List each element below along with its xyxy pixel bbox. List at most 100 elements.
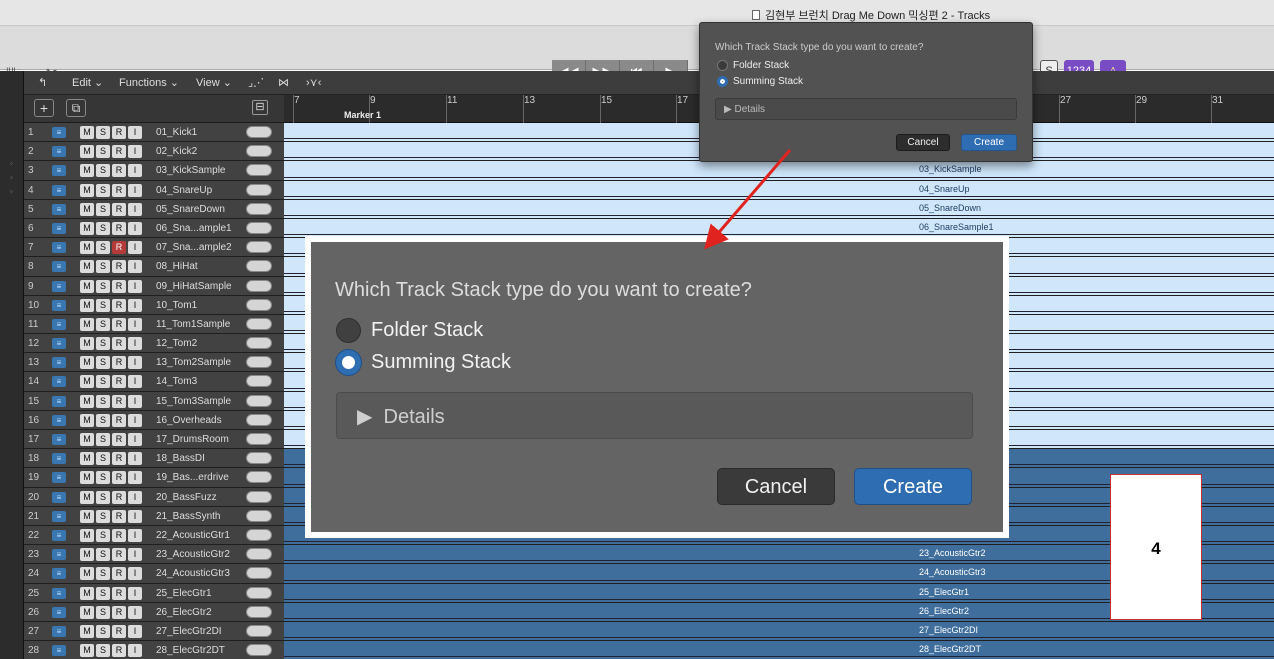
solo-button[interactable]: S (96, 279, 110, 293)
track-on-off-toggle[interactable] (246, 567, 272, 580)
create-button[interactable]: Create (961, 134, 1017, 151)
track-on-off-toggle[interactable] (246, 452, 272, 465)
mute-button[interactable]: M (80, 490, 94, 504)
mute-button[interactable]: M (80, 644, 94, 658)
solo-button[interactable]: S (96, 624, 110, 638)
create-button[interactable]: Create (854, 468, 972, 505)
solo-button[interactable]: S (96, 471, 110, 485)
track-header[interactable]: 28 ≡ M S R I 28_ElecGtr2DT (24, 641, 284, 659)
mute-button[interactable]: M (80, 126, 94, 139)
track-row[interactable]: 1 ≡ M S R I 01_Kick1 (24, 123, 1274, 143)
instrument-icon[interactable]: ≡ (52, 299, 66, 311)
track-on-off-toggle[interactable] (246, 394, 272, 407)
instrument-icon[interactable]: ≡ (52, 127, 66, 138)
mute-button[interactable]: M (80, 452, 94, 466)
track-lane[interactable]: 06_SnareSample1 (284, 218, 1274, 238)
track-name[interactable]: 19_Bas...erdrive (156, 472, 229, 483)
track-name[interactable]: 03_KickSample (156, 165, 225, 176)
solo-button[interactable]: S (96, 183, 110, 197)
mute-button[interactable]: M (80, 337, 94, 351)
track-on-off-toggle[interactable] (246, 586, 272, 599)
track-name[interactable]: 08_HiHat (156, 261, 198, 272)
input-monitor-button[interactable]: I (128, 413, 142, 427)
track-lane[interactable]: 04_SnareUp (284, 180, 1274, 199)
track-name[interactable]: 22_AcousticGtr1 (156, 530, 230, 541)
view-menu[interactable]: View ⌄ (196, 76, 232, 89)
catch-button[interactable]: ⊟ (252, 100, 268, 115)
solo-button[interactable]: S (96, 605, 110, 619)
add-track-button[interactable]: + (34, 99, 54, 117)
input-monitor-button[interactable]: I (128, 548, 142, 562)
track-header[interactable]: 11 ≡ M S R I 11_Tom1Sample (24, 314, 284, 334)
input-monitor-button[interactable]: I (128, 260, 142, 274)
instrument-icon[interactable]: ≡ (52, 510, 66, 522)
track-on-off-toggle[interactable] (246, 413, 272, 426)
track-name[interactable]: 21_BassSynth (156, 511, 221, 522)
instrument-icon[interactable]: ≡ (52, 280, 66, 292)
instrument-icon[interactable]: ≡ (52, 318, 66, 330)
details-disclosure[interactable]: ▶ Details (715, 98, 1017, 120)
record-enable-button[interactable]: R (112, 605, 126, 619)
track-lane[interactable]: 05_SnareDown (284, 199, 1274, 218)
instrument-icon[interactable]: ≡ (52, 568, 66, 580)
track-header[interactable]: 9 ≡ M S R I 09_HiHatSample (24, 276, 284, 295)
input-monitor-button[interactable]: I (128, 375, 142, 389)
track-name[interactable]: 09_HiHatSample (156, 281, 232, 292)
mute-button[interactable]: M (80, 394, 94, 408)
instrument-icon[interactable]: ≡ (52, 549, 66, 561)
track-header[interactable]: 2 ≡ M S R I 02_Kick2 (24, 142, 284, 161)
track-on-off-toggle[interactable] (246, 528, 272, 541)
track-header[interactable]: 8 ≡ M S R I 08_HiHat (24, 257, 284, 276)
cancel-button[interactable]: Cancel (717, 468, 835, 505)
back-icon[interactable]: ↰ (38, 76, 47, 89)
record-enable-button[interactable]: R (112, 586, 126, 600)
track-row[interactable]: 26 ≡ M S R I 26_ElecGtr2 26_ElecGtr2 (24, 602, 1274, 622)
instrument-icon[interactable]: ≡ (52, 434, 66, 445)
track-header[interactable]: 18 ≡ M S R I 18_BassDI (24, 449, 284, 468)
track-name[interactable]: 27_ElecGtr2DI (156, 626, 222, 637)
record-enable-button[interactable]: R (112, 509, 126, 523)
input-monitor-button[interactable]: I (128, 471, 142, 485)
solo-button[interactable]: S (96, 490, 110, 504)
instrument-icon[interactable]: ≡ (52, 184, 66, 196)
mute-button[interactable]: M (80, 528, 94, 542)
mute-button[interactable]: M (80, 567, 94, 581)
track-on-off-toggle[interactable] (246, 221, 272, 234)
solo-button[interactable]: S (96, 317, 110, 331)
input-monitor-button[interactable]: I (128, 356, 142, 370)
input-monitor-button[interactable]: I (128, 394, 142, 408)
instrument-icon[interactable]: ≡ (52, 395, 66, 407)
mute-button[interactable]: M (80, 298, 94, 312)
solo-button[interactable]: S (96, 375, 110, 389)
track-on-off-toggle[interactable] (246, 605, 272, 618)
track-name[interactable]: 20_BassFuzz (156, 492, 217, 503)
track-header[interactable]: 22 ≡ M S R I 22_AcousticGtr1 (24, 525, 284, 545)
track-on-off-toggle[interactable] (246, 164, 272, 177)
input-monitor-button[interactable]: I (128, 433, 142, 446)
track-name[interactable]: 05_SnareDown (156, 204, 225, 215)
mute-button[interactable]: M (80, 279, 94, 293)
solo-button[interactable]: S (96, 509, 110, 523)
track-header[interactable]: 7 ≡ M S R I 07_Sna...ample2 (24, 238, 284, 257)
record-enable-button[interactable]: R (112, 145, 126, 159)
catch-filter-icon[interactable]: ›⋎‹ (306, 76, 321, 89)
mute-button[interactable]: M (80, 375, 94, 389)
track-header[interactable]: 20 ≡ M S R I 20_BassFuzz (24, 487, 284, 506)
mute-button[interactable]: M (80, 605, 94, 619)
instrument-icon[interactable]: ≡ (52, 338, 66, 350)
record-enable-button[interactable]: R (112, 567, 126, 581)
mute-button[interactable]: M (80, 471, 94, 485)
track-name[interactable]: 11_Tom1Sample (156, 319, 230, 330)
track-header[interactable]: 14 ≡ M S R I 14_Tom3 (24, 372, 284, 391)
mute-button[interactable]: M (80, 356, 94, 370)
track-name[interactable]: 28_ElecGtr2DT (156, 645, 225, 656)
solo-button[interactable]: S (96, 644, 110, 658)
solo-button[interactable]: S (96, 586, 110, 600)
track-on-off-toggle[interactable] (246, 298, 272, 311)
automation-icon[interactable]: ⌟⋰ (248, 76, 264, 89)
instrument-icon[interactable]: ≡ (52, 357, 66, 369)
track-name[interactable]: 13_Tom2Sample (156, 357, 231, 368)
details-disclosure[interactable]: ▶ Details (336, 392, 973, 439)
track-lane[interactable]: 28_ElecGtr2DT (284, 641, 1274, 659)
input-monitor-button[interactable]: I (128, 624, 142, 638)
